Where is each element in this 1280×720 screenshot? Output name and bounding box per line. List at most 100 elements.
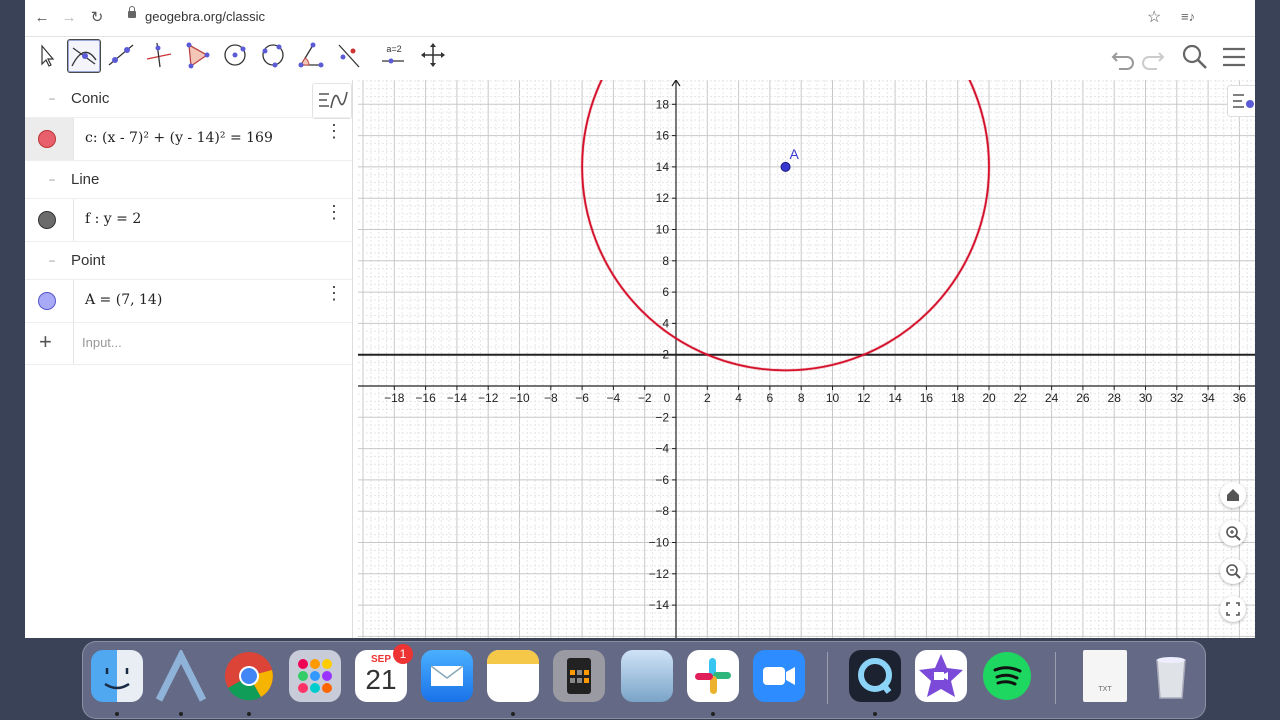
geogebra-icon[interactable]	[155, 648, 207, 702]
graphics-style-toggle[interactable]	[1227, 85, 1255, 117]
y-tick-label: −6	[655, 473, 669, 487]
polygon-tool[interactable]	[181, 39, 213, 71]
circle-center-point-tool[interactable]	[219, 39, 251, 71]
x-tick-label: 6	[767, 391, 774, 405]
visibility-toggle[interactable]	[25, 199, 74, 241]
imovie-icon[interactable]	[915, 650, 967, 702]
x-tick-label: 8	[798, 391, 805, 405]
perpendicular-line-tool[interactable]	[143, 39, 175, 71]
x-tick-label: 20	[982, 391, 996, 405]
txt-label: TXT	[1098, 686, 1112, 693]
more-icon[interactable]: ⋮	[325, 122, 343, 140]
x-tick-label: −12	[478, 391, 499, 405]
more-icon[interactable]: ⋮	[325, 284, 343, 302]
x-tick-label: −8	[544, 391, 558, 405]
slider-tool[interactable]: a=2	[377, 39, 409, 71]
mail-icon[interactable]	[421, 650, 473, 702]
undo-icon[interactable]	[1109, 43, 1137, 71]
graphics-view[interactable]: −18 −16 −14 −12 −10 −8 −6 −4 −2 0 2 4 6 8 10 12 14 16 18 20…	[358, 80, 1255, 638]
x-tick-label: −10	[509, 391, 530, 405]
trash-icon[interactable]	[1145, 650, 1197, 702]
x-tick-label: −18	[384, 391, 405, 405]
back-icon[interactable]: ←	[32, 8, 52, 28]
x-tick-label: 0	[664, 391, 671, 405]
x-tick-label: 36	[1233, 391, 1247, 405]
x-tick-label: 16	[920, 391, 934, 405]
forward-icon[interactable]: →	[59, 8, 79, 28]
algebra-item-line[interactable]: f : y = 2 ⋮	[25, 198, 352, 242]
finder-icon[interactable]	[91, 650, 143, 702]
calendar-icon[interactable]: SEP 21 1	[355, 644, 413, 702]
angle-tool[interactable]	[295, 39, 327, 71]
color-dot[interactable]	[38, 292, 56, 310]
x-tick-label: −2	[638, 391, 652, 405]
coordinate-plane[interactable]: −18 −16 −14 −12 −10 −8 −6 −4 −2 0 2 4 6 8 10 12 14 16 18 20…	[358, 80, 1255, 638]
group-conic[interactable]: − Conic	[25, 80, 352, 118]
collapse-icon[interactable]: −	[45, 92, 59, 106]
expression-text[interactable]: A = (7, 14)	[85, 292, 162, 308]
intersect-tool[interactable]	[67, 39, 101, 73]
x-tick-label: 10	[826, 391, 840, 405]
collapse-icon[interactable]: −	[45, 173, 59, 187]
spotify-icon[interactable]	[981, 650, 1033, 702]
fullscreen-icon[interactable]	[1220, 596, 1246, 622]
zoom-out-icon[interactable]	[1220, 558, 1246, 584]
group-point[interactable]: − Point	[25, 242, 352, 280]
expression-text[interactable]: c: (x - 7)² + (y - 14)² = 169	[85, 130, 273, 146]
x-tick-label: 30	[1139, 391, 1153, 405]
y-tick-label: 10	[656, 223, 670, 237]
reload-icon[interactable]: ↻	[87, 8, 107, 28]
y-tick-label: 14	[656, 160, 670, 174]
quicktime-icon[interactable]	[849, 650, 901, 702]
algebra-view: − Conic c: (x - 7)² + (y - 14)² = 169 ⋮ …	[25, 80, 353, 638]
media-icon[interactable]: ≡♪	[1181, 9, 1195, 24]
x-tick-label: −4	[607, 391, 621, 405]
text-file-icon[interactable]: TXT	[1083, 650, 1127, 702]
notes-icon[interactable]	[487, 650, 539, 702]
move-graphics-view-tool[interactable]	[417, 39, 449, 71]
visibility-toggle[interactable]	[25, 280, 74, 322]
calendar-day: 21	[365, 664, 397, 695]
expression-text[interactable]: f : y = 2	[85, 211, 141, 227]
home-icon[interactable]	[1220, 482, 1246, 508]
slack-icon[interactable]	[687, 650, 739, 702]
y-tick-label: −4	[655, 442, 669, 456]
x-tick-label: 32	[1170, 391, 1184, 405]
point-a-label: A	[790, 146, 800, 162]
address-bar: ← → ↻ geogebra.org/classic ☆ ≡♪	[25, 0, 1255, 37]
input-bar[interactable]: Input...	[82, 335, 122, 350]
macos-dock: SEP 21 1 TXT	[82, 641, 1206, 719]
star-icon[interactable]: ☆	[1147, 7, 1161, 27]
search-icon[interactable]	[1181, 43, 1209, 71]
color-dot[interactable]	[38, 211, 56, 229]
reflect-tool[interactable]	[333, 39, 365, 71]
calculator-icon[interactable]	[553, 650, 605, 702]
menu-icon[interactable]	[1221, 43, 1249, 71]
algebra-item-conic[interactable]: c: (x - 7)² + (y - 14)² = 169 ⋮	[25, 117, 352, 161]
algebra-item-point[interactable]: A = (7, 14) ⋮	[25, 279, 352, 323]
url-text[interactable]: geogebra.org/classic	[145, 9, 265, 24]
y-tick-label: −10	[649, 536, 670, 550]
zoom-icon[interactable]	[753, 650, 805, 702]
y-tick-label: 12	[656, 191, 670, 205]
x-tick-label: −14	[447, 391, 468, 405]
y-tick-label: −12	[649, 567, 670, 581]
browser-window: ← → ↻ geogebra.org/classic ☆ ≡♪ a=2 − Co…	[25, 0, 1255, 638]
x-tick-label: 28	[1108, 391, 1122, 405]
redo-icon[interactable]	[1139, 43, 1167, 71]
circle-three-points-tool[interactable]	[257, 39, 289, 71]
more-icon[interactable]: ⋮	[325, 203, 343, 221]
zoom-in-icon[interactable]	[1220, 520, 1246, 546]
move-tool[interactable]	[29, 39, 61, 71]
input-row[interactable]: + Input...	[25, 322, 352, 365]
collapse-icon[interactable]: −	[45, 254, 59, 268]
launchpad-icon[interactable]	[289, 650, 341, 702]
line-tool[interactable]	[105, 39, 137, 71]
add-icon[interactable]: +	[25, 322, 74, 364]
chrome-icon[interactable]	[223, 650, 275, 702]
color-dot[interactable]	[38, 130, 56, 148]
group-line[interactable]: − Line	[25, 161, 352, 199]
visibility-toggle[interactable]	[25, 118, 74, 160]
preview-icon[interactable]	[621, 650, 673, 702]
y-tick-label: 8	[662, 254, 669, 268]
